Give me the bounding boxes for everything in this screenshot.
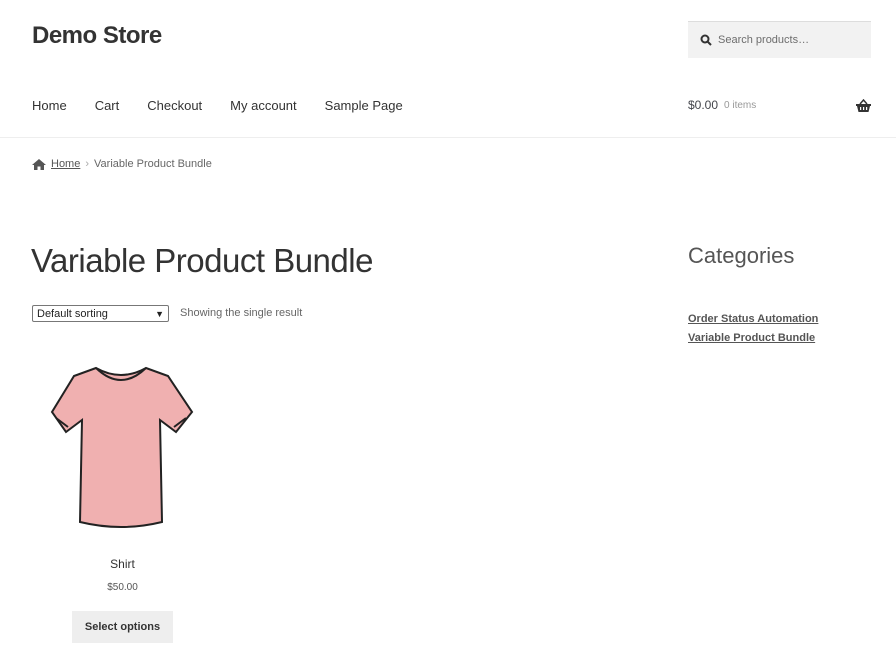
cart-total: $0.00	[688, 98, 719, 112]
product-image[interactable]	[46, 362, 196, 530]
sorting-value: Default sorting	[37, 307, 108, 320]
nav-my-account[interactable]: My account	[230, 98, 296, 113]
nav-cart[interactable]: Cart	[95, 98, 120, 113]
categories-heading: Categories	[688, 243, 795, 268]
product-price: $50.00	[107, 582, 138, 593]
breadcrumb-separator: ›	[85, 158, 90, 170]
chevron-down-icon: ▼	[155, 308, 164, 319]
page-title: Variable Product Bundle	[31, 242, 373, 279]
header-divider	[0, 137, 896, 138]
site-title[interactable]: Demo Store	[32, 22, 162, 50]
category-link[interactable]: Order Status Automation	[688, 313, 818, 325]
product-name[interactable]: Shirt	[72, 557, 173, 571]
search-icon	[700, 34, 712, 46]
nav-checkout[interactable]: Checkout	[147, 98, 202, 113]
search-input[interactable]: Search products…	[688, 21, 871, 58]
home-icon	[32, 158, 46, 170]
search-placeholder: Search products…	[718, 34, 810, 46]
basket-icon	[856, 98, 871, 112]
breadcrumb: Home › Variable Product Bundle	[32, 158, 212, 170]
result-count: Showing the single result	[180, 307, 303, 319]
nav-sample-page[interactable]: Sample Page	[325, 98, 403, 113]
breadcrumb-current: Variable Product Bundle	[94, 158, 212, 170]
select-options-button[interactable]: Select options	[72, 611, 173, 643]
cart-count: 0 items	[724, 99, 757, 111]
header-cart[interactable]: $0.00 0 items	[688, 98, 871, 112]
category-link[interactable]: Variable Product Bundle	[688, 332, 815, 344]
breadcrumb-home[interactable]: Home	[51, 158, 80, 170]
primary-nav: Home Cart Checkout My account Sample Pag…	[32, 98, 403, 113]
sorting-select[interactable]: Default sorting ▼	[32, 305, 169, 322]
nav-home[interactable]: Home	[32, 98, 67, 113]
